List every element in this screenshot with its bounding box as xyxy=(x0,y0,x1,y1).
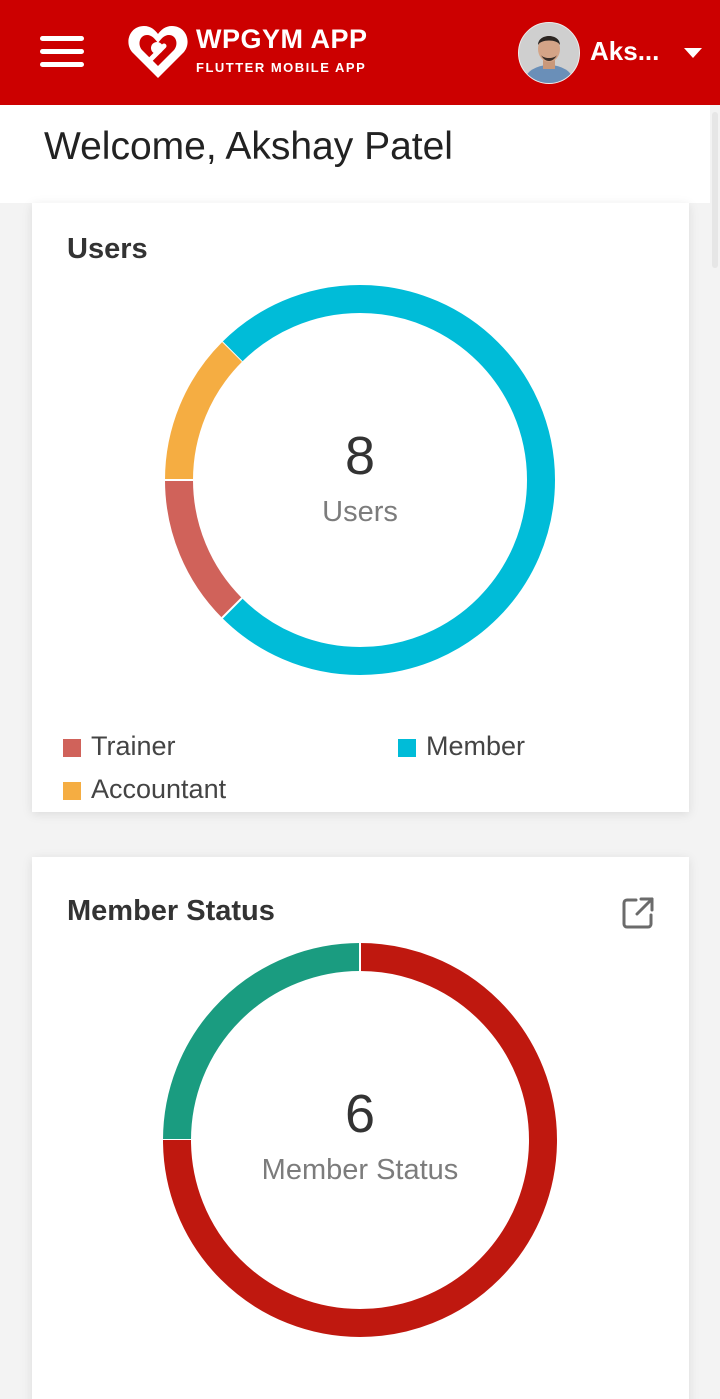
app-logo: WPGYM APP FLUTTER MOBILE APP xyxy=(126,20,396,84)
welcome-text: Welcome, Akshay Patel xyxy=(44,125,453,168)
users-card: Users 8 Users Trainer Member Accountant xyxy=(32,203,689,812)
legend-swatch-accountant xyxy=(63,782,81,800)
member-status-center-value: 6 xyxy=(344,1084,376,1144)
legend-item-accountant: Accountant xyxy=(63,774,303,808)
avatar[interactable] xyxy=(518,22,580,84)
users-center-value: 8 xyxy=(344,426,376,486)
hamburger-menu-icon[interactable] xyxy=(36,32,88,72)
member-status-center-label: Member Status xyxy=(261,1154,459,1186)
app-screen: WPGYM APP FLUTTER MOBILE APP Aks... Welc… xyxy=(0,0,720,1399)
legend-swatch-member xyxy=(398,739,416,757)
logo-title: WPGYM APP xyxy=(196,24,368,54)
app-header: WPGYM APP FLUTTER MOBILE APP Aks... xyxy=(0,0,720,105)
welcome-banner: Welcome, Akshay Patel xyxy=(0,105,710,203)
user-name: Aks... xyxy=(590,36,660,66)
legend-label-accountant: Accountant xyxy=(91,774,227,804)
legend-label-member: Member xyxy=(426,731,526,761)
user-menu[interactable]: Aks... xyxy=(518,22,708,84)
legend-item-member: Member xyxy=(398,731,598,765)
logo-subtitle: FLUTTER MOBILE APP xyxy=(196,60,367,75)
legend-label-trainer: Trainer xyxy=(91,731,176,761)
caret-down-icon[interactable] xyxy=(684,48,702,58)
scrollbar[interactable] xyxy=(712,112,718,268)
legend-swatch-trainer xyxy=(63,739,81,757)
heart-logo-icon xyxy=(128,26,188,78)
member-status-card: Member Status 6 Member Status xyxy=(32,857,689,1399)
user-avatar-image xyxy=(519,23,579,83)
users-center-label: Users xyxy=(322,496,398,528)
legend-item-trainer: Trainer xyxy=(63,731,263,765)
